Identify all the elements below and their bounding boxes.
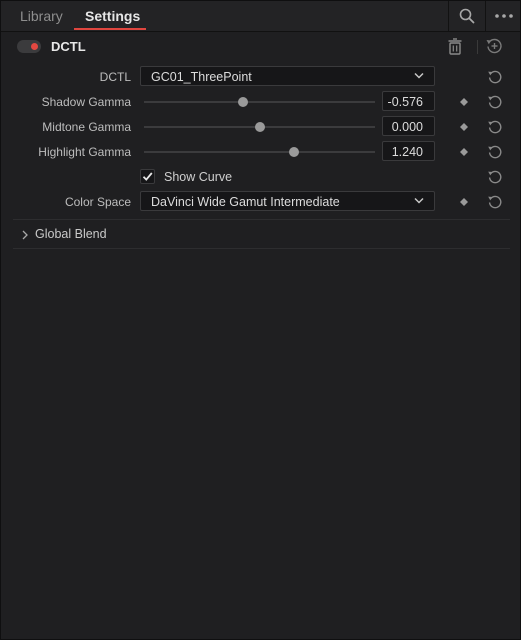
reset-icon[interactable] — [487, 119, 503, 135]
reset-icon[interactable] — [487, 169, 503, 185]
search-icon — [459, 8, 475, 24]
reset-icon[interactable] — [487, 144, 503, 160]
keyframe-diamond-icon[interactable] — [460, 98, 468, 106]
shadow-gamma-label: Shadow Gamma — [41, 95, 131, 109]
global-blend-label: Global Blend — [35, 227, 107, 241]
slider-handle[interactable] — [254, 122, 265, 132]
tab-library[interactable]: Library — [20, 1, 63, 31]
chevron-down-icon — [414, 72, 424, 79]
dctl-row: DCTL GC01_ThreePoint — [1, 65, 520, 89]
global-blend-section[interactable]: Global Blend — [1, 223, 520, 247]
slider-handle[interactable] — [238, 97, 249, 107]
keyframe-diamond-icon[interactable] — [460, 123, 468, 131]
header-divider — [477, 40, 478, 54]
midtone-gamma-slider[interactable] — [144, 122, 375, 132]
active-tab-indicator — [74, 28, 146, 30]
highlight-gamma-value: 1.240 — [391, 145, 423, 159]
dctl-dropdown[interactable]: GC01_ThreePoint — [140, 66, 435, 86]
show-curve-checkbox[interactable] — [140, 169, 155, 184]
color-space-label: Color Space — [64, 195, 131, 209]
enable-toggle[interactable] — [17, 40, 41, 53]
toggle-indicator — [31, 43, 38, 50]
color-space-value: DaVinci Wide Gamut Intermediate — [151, 195, 340, 209]
chevron-right-icon — [22, 230, 28, 240]
shadow-gamma-value: -0.576 — [387, 95, 423, 109]
highlight-gamma-slider[interactable] — [144, 147, 375, 157]
slider-handle[interactable] — [289, 147, 300, 157]
section-divider — [13, 248, 510, 249]
checkmark-icon — [142, 172, 153, 181]
tab-bar: Library Settings — [1, 1, 520, 32]
shadow-gamma-input[interactable]: -0.576 — [382, 91, 435, 111]
midtone-gamma-label: Midtone Gamma — [42, 120, 131, 134]
midtone-gamma-row: Midtone Gamma 0.000 — [1, 115, 520, 139]
inspector-panel: Library Settings DCTL DCTL GC01_ThreePoi… — [0, 0, 521, 640]
node-title: DCTL — [51, 39, 86, 54]
search-button[interactable] — [449, 1, 485, 31]
reset-icon[interactable] — [487, 94, 503, 110]
highlight-gamma-label: Highlight Gamma — [38, 145, 131, 159]
highlight-gamma-row: Highlight Gamma 1.240 — [1, 140, 520, 164]
reset-icon[interactable] — [487, 69, 503, 85]
dctl-label: DCTL — [99, 70, 131, 84]
add-keyframe-reset-icon[interactable] — [485, 37, 503, 55]
highlight-gamma-input[interactable]: 1.240 — [382, 141, 435, 161]
section-divider — [13, 219, 510, 220]
reset-icon[interactable] — [487, 194, 503, 210]
show-curve-label: Show Curve — [164, 170, 233, 184]
color-space-dropdown[interactable]: DaVinci Wide Gamut Intermediate — [140, 191, 435, 211]
midtone-gamma-value: 0.000 — [391, 120, 423, 134]
midtone-gamma-input[interactable]: 0.000 — [382, 116, 435, 136]
tab-settings[interactable]: Settings — [85, 1, 140, 31]
color-space-row: Color Space DaVinci Wide Gamut Intermedi… — [1, 190, 520, 214]
dctl-header: DCTL — [1, 32, 520, 62]
shadow-gamma-row: Shadow Gamma -0.576 — [1, 90, 520, 114]
chevron-down-icon — [414, 197, 424, 204]
keyframe-diamond-icon[interactable] — [460, 198, 468, 206]
shadow-gamma-slider[interactable] — [144, 97, 375, 107]
trash-icon[interactable] — [447, 38, 463, 55]
show-curve-row: Show Curve — [1, 165, 520, 189]
dctl-value: GC01_ThreePoint — [151, 70, 252, 84]
more-options-icon — [495, 14, 513, 18]
keyframe-diamond-icon[interactable] — [460, 148, 468, 156]
more-options-button[interactable] — [486, 1, 521, 31]
